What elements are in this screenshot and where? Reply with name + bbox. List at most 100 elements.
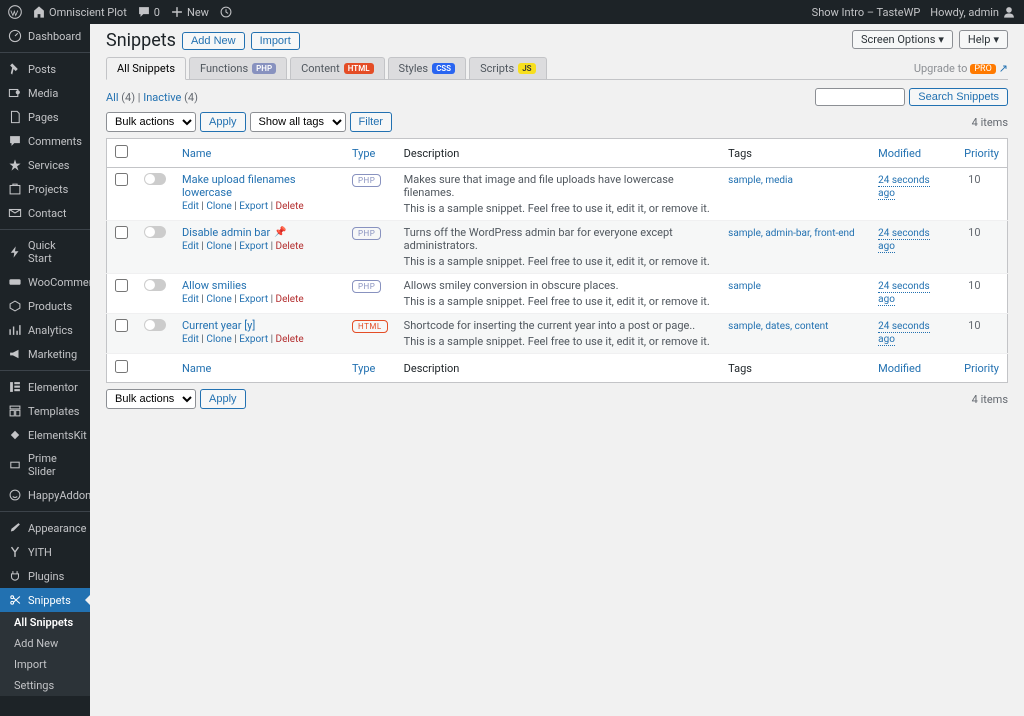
sidebar-item-quickstart[interactable]: Quick Start	[0, 234, 90, 270]
col-priority[interactable]: Priority	[964, 147, 999, 160]
clone-link[interactable]: Clone	[206, 294, 231, 305]
col-priority-foot[interactable]: Priority	[964, 362, 999, 375]
tags-filter-select[interactable]: Show all tags	[250, 112, 346, 132]
col-modified-foot[interactable]: Modified	[878, 362, 921, 375]
edit-link[interactable]: Edit	[182, 201, 199, 212]
sidebar-item-dashboard[interactable]: Dashboard	[0, 24, 90, 48]
help-button[interactable]: Help ▾	[959, 30, 1008, 49]
submenu-all[interactable]: All Snippets	[0, 612, 90, 633]
search-button[interactable]: Search Snippets	[909, 88, 1008, 106]
sidebar-item-comments[interactable]: Comments	[0, 129, 90, 153]
sidebar-item-contact[interactable]: Contact	[0, 201, 90, 225]
modified-link[interactable]: 24 seconds ago	[878, 321, 929, 346]
row-checkbox[interactable]	[115, 226, 128, 239]
view-all[interactable]: All	[106, 91, 119, 104]
sidebar-item-templates[interactable]: Templates	[0, 399, 90, 423]
export-link[interactable]: Export	[239, 334, 268, 345]
submenu-settings[interactable]: Settings	[0, 675, 90, 696]
select-all-checkbox-foot[interactable]	[115, 360, 128, 373]
snippet-title-link[interactable]: Current year [y]	[182, 319, 255, 332]
sidebar-item-analytics[interactable]: Analytics	[0, 318, 90, 342]
delete-link[interactable]: Delete	[276, 334, 304, 345]
clone-link[interactable]: Clone	[206, 201, 231, 212]
export-link[interactable]: Export	[239, 294, 268, 305]
submenu-add[interactable]: Add New	[0, 633, 90, 654]
modified-link[interactable]: 24 seconds ago	[878, 281, 929, 306]
export-link[interactable]: Export	[239, 241, 268, 252]
row-checkbox[interactable]	[115, 319, 128, 332]
description-text: Allows smiley conversion in obscure plac…	[404, 279, 713, 292]
col-modified[interactable]: Modified	[878, 147, 921, 160]
col-name-foot[interactable]: Name	[182, 362, 211, 375]
sidebar-item-pages[interactable]: Pages	[0, 105, 90, 129]
sidebar-item-happyaddons[interactable]: HappyAddons	[0, 483, 90, 507]
clone-link[interactable]: Clone	[206, 241, 231, 252]
sidebar-item-appearance[interactable]: Appearance	[0, 516, 90, 540]
select-all-checkbox[interactable]	[115, 145, 128, 158]
sidebar-item-snippets[interactable]: Snippets	[0, 588, 90, 612]
activate-toggle[interactable]	[144, 279, 166, 291]
activate-toggle[interactable]	[144, 173, 166, 185]
export-link[interactable]: Export	[239, 201, 268, 212]
tab-functions[interactable]: FunctionsPHP	[189, 57, 287, 79]
delete-link[interactable]: Delete	[276, 294, 304, 305]
edit-link[interactable]: Edit	[182, 294, 199, 305]
apply-button[interactable]: Apply	[200, 112, 246, 132]
wp-logo[interactable]	[8, 5, 22, 19]
col-type-foot[interactable]: Type	[352, 362, 375, 375]
tab-styles[interactable]: StylesCSS	[388, 57, 467, 79]
new-content[interactable]: New	[170, 5, 209, 19]
col-name[interactable]: Name	[182, 147, 211, 160]
sidebar-item-posts[interactable]: Posts	[0, 57, 90, 81]
delete-link[interactable]: Delete	[276, 241, 304, 252]
col-type[interactable]: Type	[352, 147, 375, 160]
sidebar-item-plugins[interactable]: Plugins	[0, 564, 90, 588]
tags-link[interactable]: sample, admin-bar, front-end	[728, 228, 855, 239]
bulk-actions-select[interactable]: Bulk actions	[106, 112, 196, 132]
tags-link[interactable]: sample, media	[728, 175, 793, 186]
row-checkbox[interactable]	[115, 279, 128, 292]
site-name[interactable]: Omniscient Plot	[32, 5, 127, 19]
snippet-title-link[interactable]: Make upload filenames lowercase	[182, 173, 336, 199]
sidebar-item-products[interactable]: Products	[0, 294, 90, 318]
search-input[interactable]	[815, 88, 905, 106]
snippet-title-link[interactable]: Disable admin bar 📌	[182, 226, 287, 239]
tab-all-snippets[interactable]: All Snippets	[106, 57, 186, 80]
tab-content[interactable]: ContentHTML	[290, 57, 384, 79]
snippet-title-link[interactable]: Allow smilies	[182, 279, 247, 292]
bulk-actions-select-bottom[interactable]: Bulk actions	[106, 389, 196, 409]
sidebar-item-primeslider[interactable]: Prime Slider	[0, 447, 90, 483]
apply-button-bottom[interactable]: Apply	[200, 389, 246, 409]
comments-link[interactable]: 0	[137, 5, 160, 19]
row-checkbox[interactable]	[115, 173, 128, 186]
filter-button[interactable]: Filter	[350, 112, 392, 132]
view-inactive[interactable]: Inactive	[143, 91, 181, 104]
modified-link[interactable]: 24 seconds ago	[878, 175, 929, 200]
tags-link[interactable]: sample	[728, 281, 761, 292]
sidebar-item-elementskit[interactable]: ElementsKit	[0, 423, 90, 447]
sidebar-item-services[interactable]: Services	[0, 153, 90, 177]
sidebar-item-elementor[interactable]: Elementor	[0, 375, 90, 399]
delete-link[interactable]: Delete	[276, 201, 304, 212]
import-button[interactable]: Import	[251, 32, 300, 50]
howdy-user[interactable]: Howdy, admin	[930, 5, 1016, 19]
activate-toggle[interactable]	[144, 319, 166, 331]
add-new-button[interactable]: Add New	[182, 32, 245, 50]
upgrade-link[interactable]: Upgrade to PRO ↗	[914, 62, 1008, 79]
show-intro-link[interactable]: Show Intro – TasteWP	[812, 6, 921, 19]
sidebar-item-projects[interactable]: Projects	[0, 177, 90, 201]
sidebar-item-media[interactable]: Media	[0, 81, 90, 105]
sidebar-item-woo[interactable]: WooCommerce	[0, 270, 90, 294]
modified-link[interactable]: 24 seconds ago	[878, 228, 929, 253]
tags-link[interactable]: sample, dates, content	[728, 321, 828, 332]
edit-link[interactable]: Edit	[182, 334, 199, 345]
backup-icon[interactable]	[219, 5, 233, 19]
sidebar-item-marketing[interactable]: Marketing	[0, 342, 90, 366]
tab-scripts[interactable]: ScriptsJS	[469, 57, 547, 79]
sidebar-item-yith[interactable]: YITH	[0, 540, 90, 564]
screen-options-button[interactable]: Screen Options ▾	[852, 30, 953, 49]
activate-toggle[interactable]	[144, 226, 166, 238]
submenu-import[interactable]: Import	[0, 654, 90, 675]
edit-link[interactable]: Edit	[182, 241, 199, 252]
clone-link[interactable]: Clone	[206, 334, 231, 345]
